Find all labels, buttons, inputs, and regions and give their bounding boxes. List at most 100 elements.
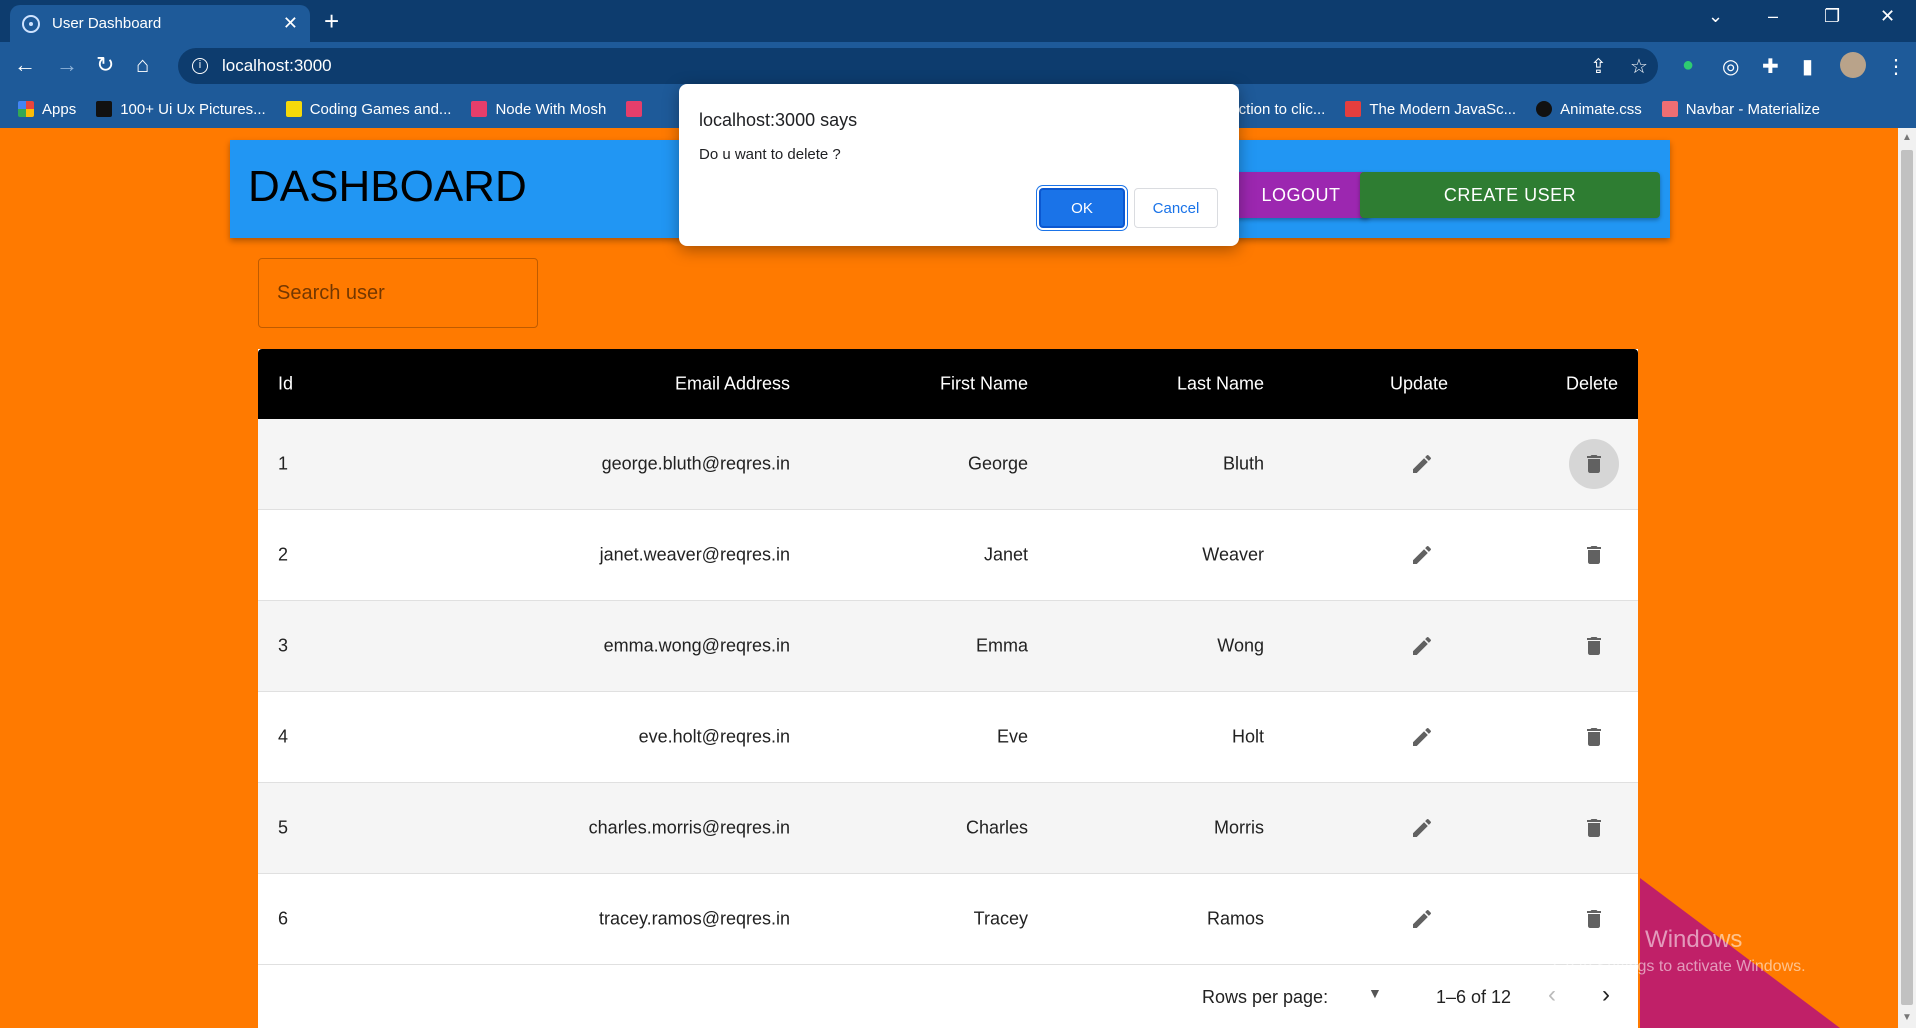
scroll-down-icon[interactable]: ▼ bbox=[1902, 1012, 1912, 1023]
tab-title: User Dashboard bbox=[52, 15, 162, 32]
bookmark-star-icon[interactable]: ☆ bbox=[1630, 54, 1648, 79]
cell-email: charles.morris@reqres.in bbox=[588, 817, 790, 838]
extension-icon[interactable]: ◎ bbox=[1722, 54, 1739, 79]
pencil-icon bbox=[1413, 727, 1432, 746]
cell-id: 3 bbox=[278, 635, 289, 656]
site-info-icon[interactable]: i bbox=[192, 58, 208, 74]
caret-down-icon: ▼ bbox=[1368, 985, 1382, 1001]
edit-button[interactable] bbox=[1397, 894, 1447, 944]
react-favicon-icon bbox=[22, 14, 40, 33]
trash-icon bbox=[1587, 728, 1601, 746]
scrollbar-thumb[interactable] bbox=[1901, 150, 1913, 1005]
home-icon[interactable]: ⌂ bbox=[136, 52, 149, 78]
cell-last-name: Holt bbox=[1231, 726, 1264, 747]
address-bar-row: ← → ↻ ⌂ i localhost:3000 ⇪ ☆ ● ◎ ✚ ▮ ⋮ bbox=[0, 42, 1916, 90]
edit-button[interactable] bbox=[1397, 439, 1447, 489]
bookmark-favicon-icon bbox=[626, 101, 643, 117]
bookmark-item[interactable] bbox=[626, 101, 650, 117]
cell-first-name: George bbox=[967, 453, 1028, 474]
bookmark-favicon-icon bbox=[285, 101, 302, 117]
menu-kebab-icon[interactable]: ⋮ bbox=[1886, 54, 1906, 79]
reload-icon[interactable]: ↻ bbox=[96, 52, 114, 78]
bookmark-item[interactable]: The Modern JavaSc... bbox=[1345, 101, 1516, 118]
back-icon[interactable]: ← bbox=[14, 52, 36, 78]
dialog-title: localhost:3000 says bbox=[699, 110, 858, 130]
cell-id: 2 bbox=[278, 544, 289, 565]
edit-button[interactable] bbox=[1397, 803, 1447, 853]
bookmark-favicon-icon bbox=[1345, 101, 1362, 117]
trash-icon bbox=[1587, 455, 1601, 473]
bookmark-item[interactable]: Node With Mosh bbox=[471, 101, 606, 118]
restore-icon[interactable]: ❐ bbox=[1824, 6, 1840, 27]
next-page-icon[interactable]: › bbox=[1602, 981, 1610, 1009]
cell-first-name: Tracey bbox=[973, 908, 1028, 929]
cell-email: george.bluth@reqres.in bbox=[601, 453, 790, 474]
table-row: 1 george.bluth@reqres.in George Bluth bbox=[258, 419, 1638, 510]
bookmark-item[interactable]: Coding Games and... bbox=[285, 101, 451, 118]
table-pagination: Rows per page: ▼ 1–6 of 12 ‹ › bbox=[258, 965, 1638, 1025]
cell-email: eve.holt@reqres.in bbox=[638, 726, 790, 747]
grammarly-icon[interactable]: ● bbox=[1682, 54, 1694, 77]
bookmark-item[interactable]: Animate.css bbox=[1536, 101, 1642, 118]
cell-id: 6 bbox=[278, 908, 289, 929]
minimize-icon[interactable]: – bbox=[1768, 6, 1778, 27]
delete-button[interactable] bbox=[1569, 712, 1619, 762]
logout-button[interactable]: LOGOUT bbox=[1232, 172, 1370, 218]
cell-first-name: Emma bbox=[975, 635, 1028, 656]
dialog-ok-button[interactable]: OK bbox=[1039, 188, 1125, 228]
close-tab-icon[interactable]: ✕ bbox=[283, 13, 298, 34]
cell-id: 1 bbox=[278, 453, 289, 474]
rows-per-page-label: Rows per page: bbox=[1202, 987, 1329, 1007]
create-user-button[interactable]: CREATE USER bbox=[1360, 172, 1660, 218]
table-row: 6 tracey.ramos@reqres.in Tracey Ramos bbox=[258, 874, 1638, 965]
delete-button[interactable] bbox=[1569, 530, 1619, 580]
tab-search-icon[interactable]: ⌄ bbox=[1708, 6, 1723, 27]
dialog-cancel-button[interactable]: Cancel bbox=[1134, 188, 1218, 228]
bookmark-item[interactable]: Navbar - Materialize bbox=[1661, 101, 1820, 118]
bookmark-item[interactable]: Apps bbox=[18, 101, 76, 118]
browser-tab[interactable]: User Dashboard ✕ bbox=[10, 5, 310, 42]
bookmark-item[interactable]: 100+ Ui Ux Pictures... bbox=[96, 101, 266, 118]
forward-icon[interactable]: → bbox=[56, 52, 78, 78]
trash-icon bbox=[1587, 546, 1601, 564]
url-field[interactable]: i localhost:3000 bbox=[178, 48, 1658, 84]
cell-first-name: Charles bbox=[965, 817, 1028, 838]
share-icon[interactable]: ⇪ bbox=[1590, 54, 1607, 79]
bookmark-favicon-icon bbox=[1536, 101, 1553, 117]
cell-id: 5 bbox=[278, 817, 289, 838]
page-title: DASHBOARD bbox=[248, 162, 527, 211]
scroll-up-icon[interactable]: ▲ bbox=[1902, 132, 1912, 143]
delete-button[interactable] bbox=[1569, 621, 1619, 671]
trash-icon bbox=[1587, 637, 1601, 655]
table-row: 3 emma.wong@reqres.in Emma Wong bbox=[258, 601, 1638, 692]
apps-grid-icon bbox=[18, 101, 34, 117]
watermark-title: Activate Windows bbox=[1553, 926, 1743, 953]
page-scrollbar[interactable]: ▲ ▼ bbox=[1898, 128, 1916, 1028]
cell-email: janet.weaver@reqres.in bbox=[599, 544, 790, 565]
cell-email: tracey.ramos@reqres.in bbox=[599, 908, 790, 929]
search-input[interactable] bbox=[258, 258, 538, 328]
cell-email: emma.wong@reqres.in bbox=[603, 635, 790, 656]
bookmark-item[interactable]: uction to clic... bbox=[1230, 101, 1325, 118]
side-panel-icon[interactable]: ▮ bbox=[1802, 54, 1813, 79]
cell-last-name: Weaver bbox=[1202, 544, 1264, 565]
profile-avatar[interactable] bbox=[1840, 52, 1866, 78]
cell-id: 4 bbox=[278, 726, 289, 747]
close-window-icon[interactable]: ✕ bbox=[1880, 6, 1895, 27]
edit-button[interactable] bbox=[1397, 621, 1447, 671]
bookmark-favicon-icon bbox=[1661, 101, 1678, 117]
windows-activation-watermark: Activate Windows Go to Settings to activ… bbox=[1553, 926, 1806, 976]
users-table: Id Email Address First Name Last Name Up… bbox=[258, 349, 1638, 1028]
bookmark-favicon-icon bbox=[471, 101, 488, 117]
new-tab-icon[interactable]: + bbox=[324, 6, 339, 36]
column-header-first-name: First Name bbox=[939, 373, 1028, 394]
dialog-message: Do u want to delete ? bbox=[699, 146, 841, 163]
rows-per-page-dropdown[interactable]: ▼ bbox=[1368, 985, 1382, 1001]
delete-button[interactable] bbox=[1569, 803, 1619, 853]
delete-button[interactable] bbox=[1569, 439, 1619, 489]
previous-page-icon[interactable]: ‹ bbox=[1548, 981, 1556, 1009]
puzzle-extensions-icon[interactable]: ✚ bbox=[1762, 54, 1779, 79]
edit-button[interactable] bbox=[1397, 712, 1447, 762]
edit-button[interactable] bbox=[1397, 530, 1447, 580]
pencil-icon bbox=[1413, 545, 1432, 564]
